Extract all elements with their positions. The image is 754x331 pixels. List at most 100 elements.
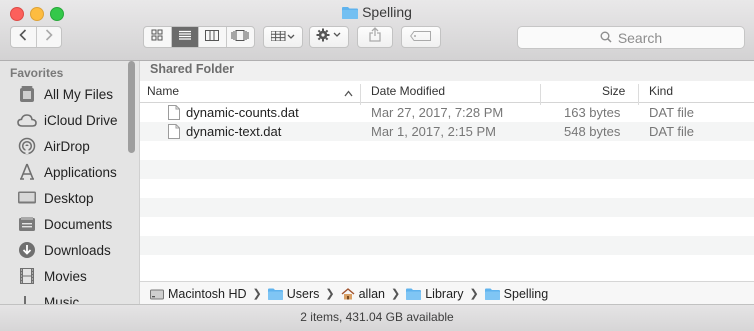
action-button[interactable] bbox=[309, 26, 349, 48]
sidebar-item-label: All My Files bbox=[44, 86, 114, 102]
status-bar: 2 items, 431.04 GB available bbox=[0, 304, 754, 331]
column-kind-header[interactable]: Kind bbox=[649, 84, 673, 98]
document-icon bbox=[168, 105, 180, 123]
column-divider bbox=[638, 84, 639, 105]
path-crumb-library[interactable]: Library ❯ bbox=[406, 286, 479, 301]
cover-flow-button[interactable] bbox=[227, 27, 254, 47]
chevron-left-icon bbox=[19, 28, 27, 46]
sidebar-item-documents[interactable]: Documents bbox=[16, 212, 128, 236]
toolbar: Spelling Search bbox=[0, 0, 754, 61]
file-name: dynamic-text.dat bbox=[186, 124, 282, 139]
sidebar-scrollbar[interactable] bbox=[128, 61, 135, 153]
table-row[interactable]: dynamic-counts.dat Mar 27, 2017, 7:28 PM… bbox=[140, 103, 754, 122]
sidebar-item-downloads[interactable]: Downloads bbox=[16, 238, 128, 262]
path-crumb-label: Macintosh HD bbox=[168, 286, 247, 301]
sidebar-heading: Favorites bbox=[10, 66, 64, 80]
section-header: Shared Folder bbox=[140, 61, 754, 82]
path-crumb-label: Users bbox=[286, 286, 320, 301]
path-crumb-spelling[interactable]: Spelling bbox=[484, 286, 549, 301]
window-title-text: Spelling bbox=[362, 4, 412, 20]
share-icon bbox=[369, 27, 381, 47]
file-name: dynamic-counts.dat bbox=[186, 105, 299, 120]
sidebar-item-airdrop[interactable]: AirDrop bbox=[16, 134, 128, 158]
table-row[interactable]: dynamic-text.dat Mar 1, 2017, 2:15 PM 54… bbox=[140, 122, 754, 141]
path-crumb-allan[interactable]: allan ❯ bbox=[341, 286, 401, 301]
arrange-button[interactable] bbox=[263, 26, 303, 48]
arrange-grid-icon bbox=[270, 28, 295, 46]
cloud-icon bbox=[16, 110, 38, 130]
file-list: dynamic-counts.dat Mar 27, 2017, 7:28 PM… bbox=[140, 103, 754, 281]
search-field[interactable]: Search bbox=[517, 26, 745, 49]
empty-row bbox=[140, 141, 754, 160]
movies-icon bbox=[16, 266, 38, 286]
sidebar-item-label: Documents bbox=[44, 216, 113, 232]
column-divider bbox=[540, 84, 541, 105]
sidebar-item-music[interactable]: Music bbox=[16, 290, 128, 304]
path-crumb-macintosh-hd[interactable]: Macintosh HD ❯ bbox=[150, 287, 262, 301]
sidebar-item-label: AirDrop bbox=[44, 138, 90, 154]
forward-button[interactable] bbox=[37, 27, 62, 47]
back-button[interactable] bbox=[11, 27, 37, 47]
back-forward-control bbox=[10, 26, 62, 48]
empty-row bbox=[140, 160, 754, 179]
column-date-header[interactable]: Date Modified bbox=[371, 84, 445, 98]
file-size: 548 bytes bbox=[564, 124, 621, 139]
path-bar: Macintosh HD ❯ Users ❯ allan ❯ Library ❯… bbox=[140, 281, 754, 305]
columns-icon bbox=[205, 28, 220, 46]
list-icon bbox=[178, 28, 192, 46]
chevron-right-icon: ❯ bbox=[391, 288, 401, 300]
column-header: Name Date Modified Size Kind bbox=[140, 81, 754, 105]
file-size: 163 bytes bbox=[564, 105, 621, 120]
sidebar-item-desktop[interactable]: Desktop bbox=[16, 186, 128, 210]
section-header-text: Shared Folder bbox=[150, 62, 235, 76]
sidebar-item-label: Desktop bbox=[44, 190, 94, 206]
search-placeholder: Search bbox=[617, 29, 663, 46]
sidebar-item-icloud-drive[interactable]: iCloud Drive bbox=[16, 108, 128, 132]
path-crumb-label: Library bbox=[425, 286, 464, 301]
chevron-up-icon bbox=[344, 86, 353, 100]
document-icon bbox=[168, 124, 180, 142]
path-crumb-users[interactable]: Users ❯ bbox=[267, 286, 335, 301]
column-size-header[interactable]: Size bbox=[602, 84, 625, 98]
icon-grid-icon bbox=[151, 28, 163, 46]
folder-icon bbox=[406, 288, 422, 300]
sidebar: Favorites All My Files iCloud Drive AirD… bbox=[0, 61, 140, 304]
home-icon bbox=[341, 287, 355, 300]
documents-icon bbox=[16, 214, 38, 234]
column-divider bbox=[360, 84, 361, 105]
sidebar-item-applications[interactable]: Applications bbox=[16, 160, 128, 184]
file-kind: DAT file bbox=[649, 105, 695, 120]
cover-flow-icon bbox=[231, 28, 249, 46]
folder-icon bbox=[342, 6, 359, 22]
share-button[interactable] bbox=[357, 26, 393, 48]
icon-view-button[interactable] bbox=[144, 27, 172, 47]
file-kind: DAT file bbox=[649, 124, 695, 139]
search-icon bbox=[600, 30, 618, 46]
file-date: Mar 1, 2017, 2:15 PM bbox=[371, 124, 497, 139]
column-view-button[interactable] bbox=[199, 27, 227, 47]
tag-icon bbox=[410, 28, 432, 46]
window-title: Spelling bbox=[0, 4, 754, 22]
airdrop-icon bbox=[16, 136, 38, 156]
empty-row bbox=[140, 217, 754, 236]
tag-button[interactable] bbox=[401, 26, 441, 48]
path-crumb-label: allan bbox=[358, 286, 386, 301]
sidebar-item-label: Movies bbox=[44, 268, 87, 284]
column-name-header[interactable]: Name bbox=[147, 84, 179, 98]
list-view-button[interactable] bbox=[171, 27, 199, 47]
empty-row bbox=[140, 236, 754, 255]
sidebar-item-label: Applications bbox=[44, 164, 117, 180]
downloads-icon bbox=[16, 240, 38, 260]
finder-window: Spelling Search Favorites All My Files i… bbox=[0, 0, 754, 331]
sidebar-item-label: Downloads bbox=[44, 242, 111, 258]
sidebar-item-movies[interactable]: Movies bbox=[16, 264, 128, 288]
gear-icon bbox=[316, 28, 342, 47]
sidebar-item-all-my-files[interactable]: All My Files bbox=[16, 82, 128, 106]
folder-icon bbox=[484, 288, 500, 300]
empty-row bbox=[140, 179, 754, 198]
sidebar-item-label: Music bbox=[44, 294, 80, 305]
path-crumb-label: Spelling bbox=[503, 286, 549, 301]
file-date: Mar 27, 2017, 7:28 PM bbox=[371, 105, 504, 120]
applications-icon bbox=[16, 162, 38, 182]
empty-row bbox=[140, 198, 754, 217]
